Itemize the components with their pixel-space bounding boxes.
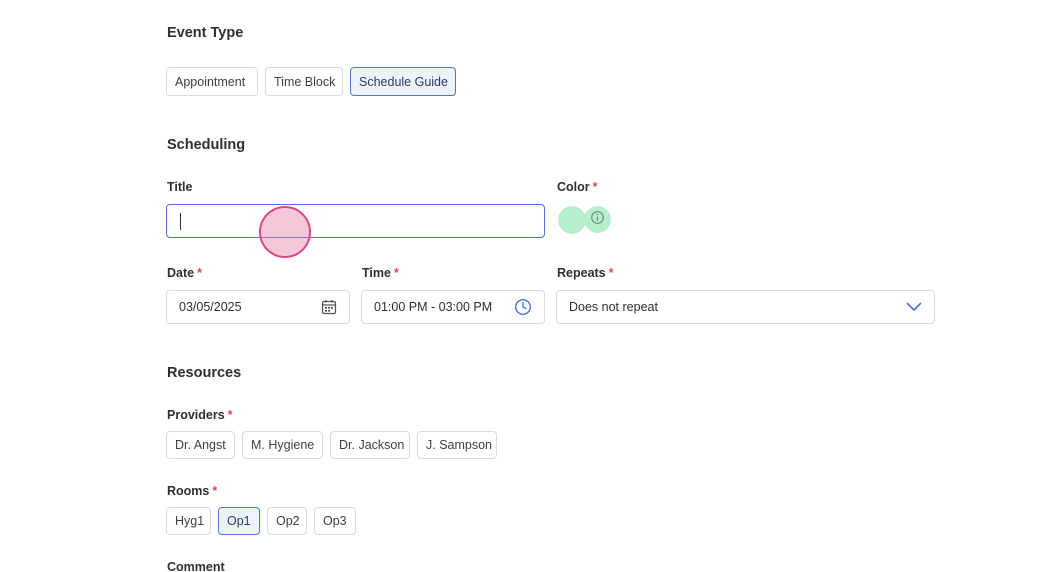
time-required-mark: * [393, 266, 399, 280]
provider-j-sampson-button[interactable]: J. Sampson [417, 431, 497, 459]
info-icon [590, 210, 605, 230]
repeats-select[interactable]: Does not repeat [556, 290, 935, 324]
title-label-text: Title [167, 180, 193, 194]
event-form: Event Type Appointment Time Block Schedu… [0, 0, 1046, 572]
room-op1-button[interactable]: Op1 [218, 507, 260, 535]
calendar-icon[interactable] [321, 299, 337, 315]
comment-label: Comment [167, 560, 225, 572]
providers-required-mark: * [227, 408, 233, 422]
clock-icon[interactable] [514, 298, 532, 316]
event-type-time-block-button[interactable]: Time Block [265, 67, 343, 96]
rooms-options: Hyg1 Op1 Op2 Op3 [166, 507, 356, 535]
repeats-required-mark: * [608, 266, 614, 280]
color-swatch-button[interactable] [558, 206, 586, 234]
repeats-label: Repeats * [557, 266, 614, 280]
date-label: Date * [167, 266, 202, 280]
repeats-value: Does not repeat [569, 300, 658, 314]
time-label: Time * [362, 266, 399, 280]
event-type-appointment-button[interactable]: Appointment [166, 67, 258, 96]
event-type-schedule-guide-button[interactable]: Schedule Guide [350, 67, 456, 96]
time-label-text: Time [362, 266, 391, 280]
providers-options: Dr. Angst M. Hygiene Dr. Jackson J. Samp… [166, 431, 497, 459]
title-input[interactable] [166, 204, 545, 238]
provider-m-hygiene-button[interactable]: M. Hygiene [242, 431, 323, 459]
event-type-heading: Event Type [167, 25, 244, 41]
event-type-options: Appointment Time Block Schedule Guide [166, 67, 456, 96]
providers-label: Providers * [167, 408, 233, 422]
providers-label-text: Providers [167, 408, 225, 422]
date-input[interactable]: 03/05/2025 [166, 290, 350, 324]
provider-dr-angst-button[interactable]: Dr. Angst [166, 431, 235, 459]
time-input[interactable]: 01:00 PM - 03:00 PM [361, 290, 545, 324]
room-op2-button[interactable]: Op2 [267, 507, 307, 535]
rooms-label-text: Rooms [167, 484, 210, 498]
scheduling-heading: Scheduling [167, 137, 246, 153]
text-caret [180, 212, 181, 230]
chevron-down-icon [906, 302, 922, 312]
touch-indicator [259, 206, 311, 258]
repeats-label-text: Repeats [557, 266, 606, 280]
color-required-mark: * [592, 180, 598, 194]
title-label: Title [167, 180, 192, 194]
date-required-mark: * [197, 266, 202, 280]
room-hyg1-button[interactable]: Hyg1 [166, 507, 211, 535]
time-value: 01:00 PM - 03:00 PM [374, 300, 493, 314]
color-label-text: Color [557, 180, 590, 194]
rooms-label: Rooms * [167, 484, 217, 498]
resources-heading: Resources [167, 365, 242, 381]
color-label: Color * [557, 180, 598, 194]
rooms-required-mark: * [212, 484, 218, 498]
room-op3-button[interactable]: Op3 [314, 507, 356, 535]
date-label-text: Date [167, 266, 195, 280]
provider-dr-jackson-button[interactable]: Dr. Jackson [330, 431, 410, 459]
date-value: 03/05/2025 [179, 300, 242, 314]
color-info-button[interactable] [584, 206, 611, 233]
